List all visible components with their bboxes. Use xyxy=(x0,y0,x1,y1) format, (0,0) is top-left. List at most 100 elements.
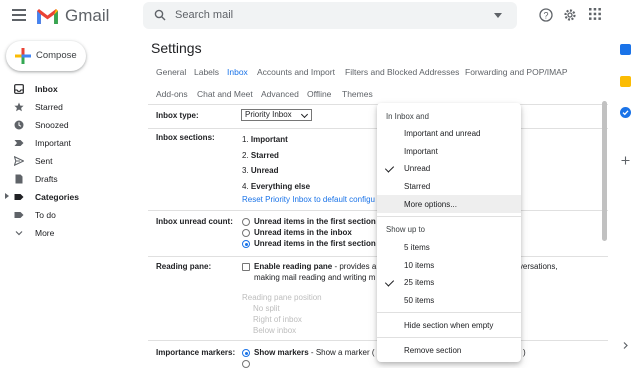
draft-icon xyxy=(15,174,23,184)
tab-inbox[interactable]: Inbox xyxy=(227,67,248,77)
show-markers-description: Show markers - Show a marker ( xyxy=(254,348,375,357)
search-options-icon[interactable] xyxy=(494,13,502,18)
position-no-split: No split xyxy=(253,304,280,313)
section-item-1[interactable]: 1. Important xyxy=(242,135,288,144)
page-title: Settings xyxy=(151,40,202,56)
unread-count-label: Inbox unread count: xyxy=(156,217,233,226)
menu-header-show-up-to: Show up to xyxy=(386,225,426,234)
search-input[interactable]: Search mail xyxy=(175,9,233,21)
menu-item-25-items[interactable]: 25 items xyxy=(377,273,521,291)
unread-first-section-and-inbox-radio[interactable] xyxy=(242,240,250,248)
sidebar-item-categories[interactable]: Categories xyxy=(0,188,140,206)
top-bar: Gmail Search mail ? xyxy=(0,0,640,32)
unread-option-label: Unread items in the inbox xyxy=(254,228,352,237)
menu-divider xyxy=(377,312,521,313)
section-item-2[interactable]: 2. Starred xyxy=(242,151,279,160)
apps-grid-icon[interactable] xyxy=(589,8,601,20)
search-bar[interactable]: Search mail xyxy=(143,2,517,29)
position-below-inbox: Below inbox xyxy=(253,326,297,335)
checkmark-icon xyxy=(384,277,395,287)
menu-item-hide-section-when-empty[interactable]: Hide section when empty xyxy=(377,316,521,334)
sidebar-item-sent[interactable]: Sent xyxy=(0,152,140,170)
tab-chat-and-meet[interactable]: Chat and Meet xyxy=(197,89,253,99)
inbox-type-select[interactable]: Priority Inbox xyxy=(241,109,312,121)
menu-item-5-items[interactable]: 5 items xyxy=(377,238,521,256)
clock-icon xyxy=(14,120,24,130)
tab-themes[interactable]: Themes xyxy=(342,89,373,99)
tab-general[interactable]: General xyxy=(156,67,186,77)
sidebar-item-to-do[interactable]: To do xyxy=(0,206,140,224)
side-panel xyxy=(610,32,640,362)
menu-item-more-options[interactable]: More options... xyxy=(377,195,521,213)
sidebar-item-snoozed[interactable]: Snoozed xyxy=(0,116,140,134)
reading-pane-description: Enable reading pane - provides a w xyxy=(254,262,385,271)
menu-item-10-items[interactable]: 10 items xyxy=(377,256,521,274)
inbox-sections-label: Inbox sections: xyxy=(156,133,215,142)
gmail-logo[interactable]: Gmail xyxy=(36,6,109,26)
tab-add-ons[interactable]: Add-ons xyxy=(156,89,188,99)
unread-option-label: Unread items in the first section ar xyxy=(254,239,386,248)
position-right-of-inbox: Right of inbox xyxy=(253,315,302,324)
expand-arrow-icon[interactable] xyxy=(5,193,9,199)
menu-divider xyxy=(377,216,521,217)
unread-inbox-radio[interactable] xyxy=(242,229,250,237)
menu-divider xyxy=(377,337,521,338)
tab-labels[interactable]: Labels xyxy=(194,67,219,77)
chevron-down-icon xyxy=(15,231,23,236)
sidebar-item-drafts[interactable]: Drafts xyxy=(0,170,140,188)
tab-accounts-and-import[interactable]: Accounts and Import xyxy=(257,67,335,77)
plus-icon xyxy=(15,48,31,64)
gmail-m-icon xyxy=(37,8,58,24)
important-icon xyxy=(14,140,24,146)
settings-gear-icon[interactable] xyxy=(563,8,577,22)
inbox-type-label: Inbox type: xyxy=(156,111,199,120)
svg-text:?: ? xyxy=(543,11,548,21)
section-item-3[interactable]: 3. Unread xyxy=(242,166,278,175)
menu-item-remove-section[interactable]: Remove section xyxy=(377,341,521,359)
reading-pane-description-line2: making mail reading and writing m xyxy=(254,273,376,282)
keep-icon[interactable] xyxy=(620,76,631,87)
chevron-down-icon xyxy=(300,110,309,119)
menu-item-important[interactable]: Important xyxy=(377,142,521,160)
compose-button[interactable]: Compose xyxy=(6,41,86,71)
star-icon xyxy=(14,102,24,112)
scrollbar[interactable] xyxy=(602,101,607,241)
tab-offline[interactable]: Offline xyxy=(307,89,331,99)
chevron-right-icon[interactable] xyxy=(620,340,631,351)
reset-priority-inbox-link[interactable]: Reset Priority Inbox to default configu xyxy=(242,195,375,204)
unread-first-section-radio[interactable] xyxy=(242,218,250,226)
tab-forwarding-and-pop-imap[interactable]: Forwarding and POP/IMAP xyxy=(465,67,568,77)
show-markers-fragment: ) xyxy=(523,348,526,357)
menu-item-unread[interactable]: Unread xyxy=(377,159,521,177)
sidebar: Compose Inbox Starred Snoozed Important … xyxy=(0,32,140,362)
label-icon xyxy=(14,194,24,200)
unread-option-label: Unread items in the first section xyxy=(254,217,376,226)
menu-item-50-items[interactable]: 50 items xyxy=(377,291,521,309)
inbox-section-options-menu: In Inbox and Important and unread Import… xyxy=(377,103,521,362)
search-icon[interactable] xyxy=(154,9,166,21)
help-icon[interactable]: ? xyxy=(539,8,553,22)
show-markers-radio[interactable] xyxy=(242,349,250,357)
tab-advanced[interactable]: Advanced xyxy=(261,89,299,99)
inbox-icon xyxy=(14,84,24,94)
sidebar-item-inbox[interactable]: Inbox xyxy=(0,80,140,98)
reading-pane-position-label: Reading pane position xyxy=(242,293,322,302)
menu-item-important-and-unread[interactable]: Important and unread xyxy=(377,124,521,142)
sidebar-item-starred[interactable]: Starred xyxy=(0,98,140,116)
add-addon-icon[interactable] xyxy=(620,155,631,166)
tasks-icon[interactable] xyxy=(620,107,631,118)
no-markers-radio[interactable] xyxy=(242,360,250,368)
importance-markers-label: Importance markers: xyxy=(156,348,236,357)
settings-panel: Settings General Labels Inbox Accounts a… xyxy=(140,32,610,368)
checkmark-icon xyxy=(384,163,395,173)
enable-reading-pane-checkbox[interactable] xyxy=(242,263,250,271)
section-item-4[interactable]: 4. Everything else xyxy=(242,182,310,191)
menu-item-starred[interactable]: Starred xyxy=(377,177,521,195)
calendar-icon[interactable] xyxy=(620,44,631,55)
tab-filters-and-blocked-addresses[interactable]: Filters and Blocked Addresses xyxy=(345,67,459,77)
label-icon xyxy=(14,212,24,218)
main-menu-icon[interactable] xyxy=(12,9,26,21)
sidebar-item-important[interactable]: Important xyxy=(0,134,140,152)
send-icon xyxy=(14,156,24,166)
sidebar-item-more[interactable]: More xyxy=(0,224,140,242)
